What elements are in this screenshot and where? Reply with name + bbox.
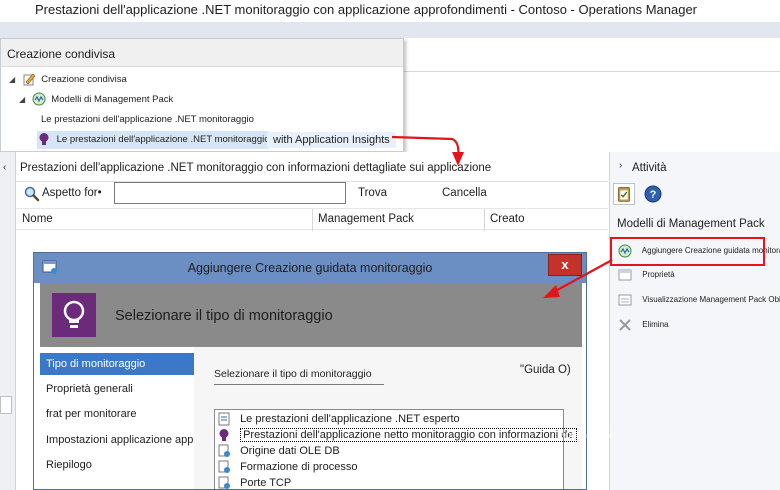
help-link[interactable]: "Guida O) (520, 364, 571, 376)
tree-header: Creazione condivisa (1, 39, 403, 67)
list-item-selected[interactable]: Prestazioni dell'applicazione netto moni… (217, 427, 577, 443)
tree-node-label-suffix: with Application Insights (267, 132, 396, 148)
list-item[interactable]: Origine dati OLE DB (217, 443, 340, 459)
window-title-bar: Prestazioni dell'applicazione .NET monit… (0, 0, 780, 22)
dialog-banner-title: Selezionare il tipo di monitoraggio (115, 308, 333, 324)
tasks-section-title: Modelli di Management Pack (617, 218, 765, 230)
tree-node-label: Le prestazioni dell'applicazione .NET mo… (56, 134, 270, 145)
svg-text:?: ? (650, 189, 657, 201)
list-item-label: Le prestazioni dell'applicazione .NET es… (240, 413, 460, 425)
task-label: Visualizzazione Management Pack Obie (642, 295, 780, 304)
ribbon-bar (0, 22, 780, 38)
content-subtitle: Selezionare il tipo di monitoraggio (214, 368, 372, 380)
tree-node-net-monitoring-insights[interactable]: Le prestazioni dell'applicazione .NET mo… (37, 131, 270, 149)
properties-icon (618, 269, 632, 281)
close-button[interactable]: x (548, 254, 582, 276)
tree-node-label: Creazione condivisa (41, 74, 127, 85)
tree-header-label: Creazione condivisa (7, 47, 116, 61)
task-delete[interactable]: Elimina (618, 316, 668, 334)
column-name[interactable]: Nome (22, 213, 53, 225)
wizard-content: Selezionare il tipo di monitoraggio "Gui… (194, 347, 582, 489)
task-view-management-pack[interactable]: Visualizzazione Management Pack Obie (618, 291, 780, 309)
process-icon (218, 460, 230, 474)
expand-chevron-icon[interactable]: ‹ (3, 162, 6, 173)
task-properties[interactable]: Proprietà (618, 266, 675, 284)
overflow-text: applicazioni (560, 430, 613, 441)
list-item[interactable]: Porte TCP (217, 475, 292, 489)
column-created[interactable]: Creato (490, 213, 525, 225)
column-divider[interactable] (484, 209, 485, 231)
task-label: Elimina (642, 320, 669, 329)
datasource-icon (218, 444, 230, 458)
look-for-input[interactable] (114, 182, 346, 204)
lightbulb-icon (52, 293, 96, 337)
list-item-label: Prestazioni dell'applicazione netto moni… (240, 428, 577, 442)
tree-node-mp-templates[interactable]: ◢ Modelli di Management Pack (19, 91, 173, 109)
clipboard-icon (618, 187, 630, 202)
wizard-steps: Tipo di monitoraggio Proprietà generali … (40, 347, 254, 489)
list-item[interactable]: Formazione di processo (217, 459, 357, 475)
column-divider[interactable] (312, 209, 313, 231)
pane-tab[interactable] (0, 396, 12, 414)
help-icon: ? (644, 185, 662, 203)
list-item-label: Formazione di processo (240, 461, 358, 473)
delete-icon (619, 319, 631, 331)
collapse-arrow-icon[interactable]: ◢ (19, 91, 29, 109)
list-item-label: Porte TCP (240, 477, 292, 489)
collapse-arrow-icon[interactable]: ◢ (9, 71, 19, 89)
find-now-button[interactable]: Trova (358, 187, 387, 199)
navigation-pane-collapsed: ‹ (0, 152, 16, 490)
pencil-icon (23, 74, 36, 86)
step-app-insights-settings[interactable]: Impostazioni applicazione approfondiment… (40, 429, 254, 451)
tree-node-net-monitoring[interactable]: Le prestazioni dell'applicazione .NET mo… (41, 111, 254, 129)
tcp-port-icon (218, 476, 230, 489)
results-header: Prestazioni dell'applicazione .NET monit… (16, 152, 608, 182)
view-icon (618, 294, 632, 306)
lightbulb-icon (219, 429, 229, 442)
window-title: Prestazioni dell'applicazione .NET monit… (35, 2, 698, 17)
dialog-banner: Selezionare il tipo di monitoraggio (40, 283, 582, 347)
list-item[interactable]: Le prestazioni dell'applicazione .NET es… (217, 411, 460, 427)
divider (214, 384, 384, 385)
lightbulb-icon (39, 133, 49, 146)
tree-node-authoring[interactable]: ◢ Creazione condivisa (9, 71, 127, 89)
look-for-label: Aspetto for• (42, 187, 102, 199)
clear-button[interactable]: Cancella (442, 187, 487, 199)
tree-node-label: Modelli di Management Pack (51, 94, 174, 105)
monitoring-type-list[interactable]: Le prestazioni dell'applicazione .NET es… (214, 409, 577, 489)
search-icon (24, 186, 40, 202)
column-management-pack[interactable]: Management Pack (318, 213, 414, 225)
collapse-chevron-icon[interactable]: › (619, 160, 622, 171)
step-general-properties[interactable]: Proprietà generali (40, 378, 194, 400)
highlight-box (610, 237, 765, 266)
results-column-header: Nome Management Pack Creato (16, 208, 608, 231)
step-monitoring-type[interactable]: Tipo di monitoraggio (40, 353, 194, 375)
monitoring-wizard-dialog: Aggiungere Creazione guidata monitoraggi… (33, 252, 587, 490)
results-header-title: Prestazioni dell'applicazione .NET monit… (20, 162, 492, 174)
tree-node-label: Le prestazioni dell'applicazione .NET mo… (41, 114, 254, 125)
task-label: Proprietà (642, 270, 675, 279)
list-item-label: Origine dati OLE DB (240, 445, 340, 457)
template-icon (32, 92, 46, 106)
step-summary[interactable]: Riepilogo (40, 454, 194, 476)
dialog-title: Aggiungere Creazione guidata monitoraggi… (187, 261, 433, 275)
tasks-title: Attività (632, 162, 667, 174)
tasks-tab[interactable] (613, 183, 635, 205)
help-tab[interactable]: ? (642, 183, 664, 205)
document-icon (218, 412, 230, 426)
step-what-to-monitor[interactable]: frat per monitorare (40, 403, 194, 425)
navigation-tree: Creazione condivisa ◢ Creazione condivis… (0, 38, 404, 152)
